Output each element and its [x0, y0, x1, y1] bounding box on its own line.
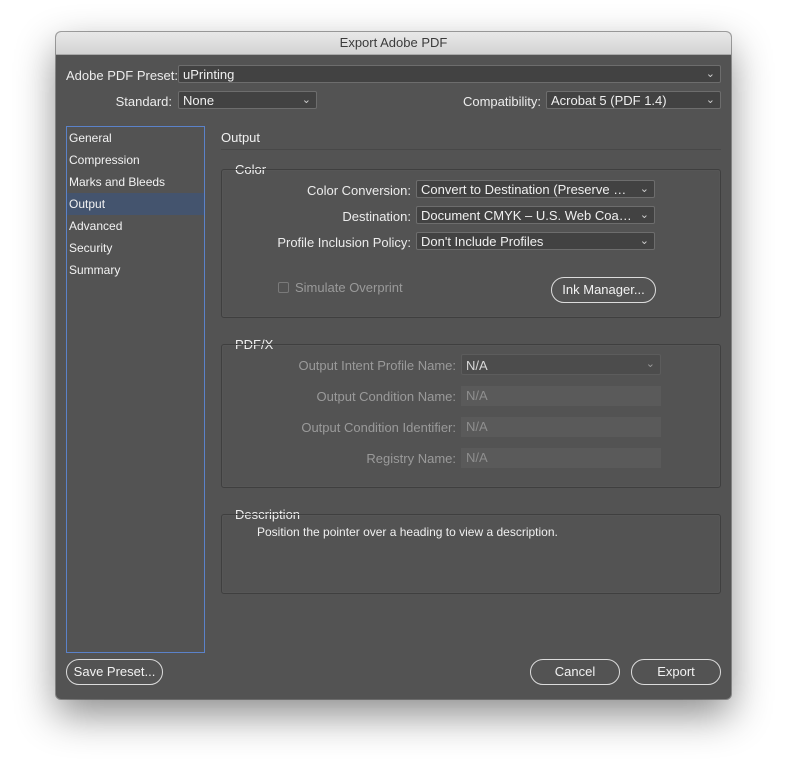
- sidebar-item-advanced[interactable]: Advanced: [67, 215, 204, 237]
- preset-label: Adobe PDF Preset:: [66, 68, 178, 83]
- destination-value: Document CMYK – U.S. Web Coate...: [421, 208, 632, 223]
- sidebar-item-security[interactable]: Security: [67, 237, 204, 259]
- export-pdf-dialog: Export Adobe PDF Adobe PDF Preset: uPrin…: [56, 32, 731, 699]
- intent-profile-value: N/A: [466, 358, 488, 373]
- intent-profile-label: Output Intent Profile Name:: [298, 358, 456, 373]
- ink-manager-button[interactable]: Ink Manager...: [551, 277, 656, 303]
- condition-identifier-label: Output Condition Identifier:: [301, 420, 456, 435]
- intent-profile-select[interactable]: N/A ⌄: [461, 354, 661, 375]
- panel-title-divider: [221, 149, 721, 150]
- standard-label: Standard:: [115, 94, 172, 109]
- profile-policy-select[interactable]: Don't Include Profiles ⌄: [416, 232, 655, 250]
- cancel-button[interactable]: Cancel: [530, 659, 620, 685]
- registry-name-label: Registry Name:: [366, 451, 456, 466]
- compatibility-select[interactable]: Acrobat 5 (PDF 1.4) ⌄: [546, 91, 721, 109]
- simulate-overprint-checkbox[interactable]: [278, 282, 289, 293]
- profile-policy-value: Don't Include Profiles: [421, 234, 544, 249]
- sidebar-item-output[interactable]: Output: [67, 193, 204, 215]
- save-preset-button[interactable]: Save Preset...: [66, 659, 163, 685]
- condition-identifier-field[interactable]: N/A: [461, 417, 661, 437]
- chevron-down-icon: ⌄: [639, 235, 649, 247]
- panel-title: Output: [221, 130, 261, 145]
- sidebar-item-compression[interactable]: Compression: [67, 149, 204, 171]
- color-conversion-value: Convert to Destination (Preserve N...: [421, 182, 632, 197]
- window-title: Export Adobe PDF: [56, 32, 731, 55]
- standard-value: None: [183, 93, 215, 108]
- chevron-down-icon: ⌄: [705, 94, 715, 106]
- chevron-down-icon: ⌄: [639, 183, 649, 195]
- condition-name-label: Output Condition Name:: [316, 389, 456, 404]
- chevron-down-icon: ⌄: [705, 68, 715, 80]
- sidebar-item-summary[interactable]: Summary: [67, 259, 204, 281]
- chevron-down-icon: ⌄: [645, 358, 655, 370]
- registry-name-field[interactable]: N/A: [461, 448, 661, 468]
- sidebar-item-general[interactable]: General: [67, 127, 204, 149]
- category-sidebar: General Compression Marks and Bleeds Out…: [66, 126, 205, 653]
- chevron-down-icon: ⌄: [301, 94, 311, 106]
- color-conversion-select[interactable]: Convert to Destination (Preserve N... ⌄: [416, 180, 655, 198]
- condition-name-field[interactable]: N/A: [461, 386, 661, 406]
- simulate-overprint-label: Simulate Overprint: [295, 280, 403, 295]
- chevron-down-icon: ⌄: [639, 209, 649, 221]
- profile-policy-label: Profile Inclusion Policy:: [277, 235, 411, 250]
- standard-select[interactable]: None ⌄: [178, 91, 317, 109]
- color-conversion-label: Color Conversion:: [306, 183, 411, 198]
- preset-select[interactable]: uPrinting ⌄: [178, 65, 721, 83]
- compatibility-label: Compatibility:: [462, 94, 541, 109]
- destination-label: Destination:: [342, 209, 411, 224]
- export-button[interactable]: Export: [631, 659, 721, 685]
- description-text: Position the pointer over a heading to v…: [257, 525, 558, 539]
- preset-value: uPrinting: [183, 67, 235, 82]
- sidebar-item-marks-and-bleeds[interactable]: Marks and Bleeds: [67, 171, 204, 193]
- compatibility-value: Acrobat 5 (PDF 1.4): [551, 93, 667, 108]
- destination-select[interactable]: Document CMYK – U.S. Web Coate... ⌄: [416, 206, 655, 224]
